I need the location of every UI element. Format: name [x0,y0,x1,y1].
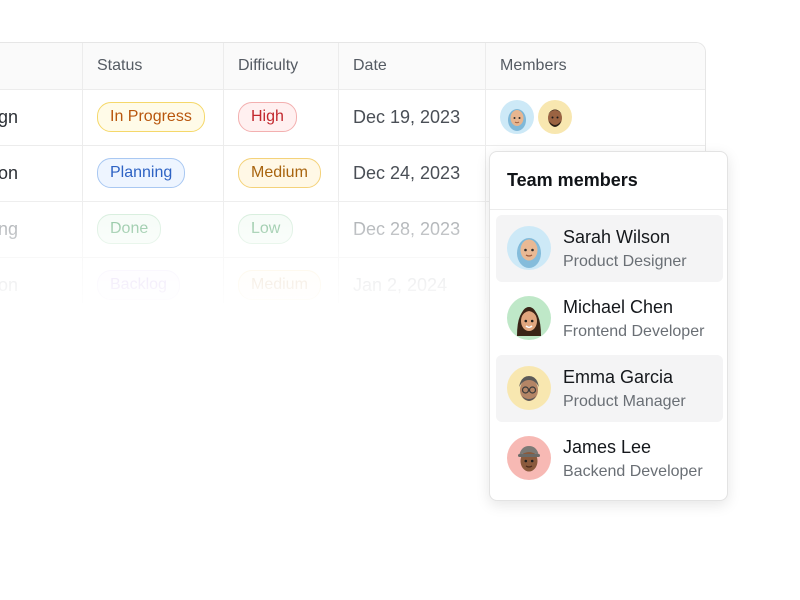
member-role: Frontend Developer [563,323,705,340]
task-name-cell: esting [0,201,83,257]
date-cell: Dec 19, 2023 [339,89,486,145]
date-cell: Jan 2, 2024 [339,257,486,303]
status-cell: Planning [83,145,224,201]
difficulty-cell: Medium [224,257,339,303]
memoji-avatar-icon [519,376,539,401]
member-avatars[interactable] [500,100,572,134]
member-role: Product Manager [563,393,686,410]
task-date: Dec 28, 2023 [353,218,461,239]
member-item-emma-garcia[interactable]: Emma Garcia Product Manager [496,355,723,422]
header-status[interactable]: Status [83,43,224,89]
avatar [507,436,551,480]
memoji-avatar-icon [547,109,563,127]
difficulty-cell: Medium [224,145,339,201]
task-name-cell: gn [0,89,83,145]
member-role: Product Designer [563,253,687,270]
avatar [507,226,551,270]
task-date: Dec 24, 2023 [353,162,461,183]
status-cell: In Progress [83,89,224,145]
difficulty-badge[interactable]: Low [238,214,294,244]
memoji-avatar-icon [517,307,541,336]
difficulty-badge[interactable]: High [238,102,297,132]
member-name: Michael Chen [563,297,674,317]
member-name: Emma Garcia [563,367,674,387]
status-badge[interactable]: Backlog [97,270,180,300]
header-difficulty[interactable]: Difficulty [224,43,339,89]
team-members-popover: Team members Sarah Wilson Product Design… [489,151,728,501]
popover-title: Team members [507,170,638,190]
task-name: esting [0,218,18,239]
memoji-avatar-icon [518,446,540,472]
member-item-michael-chen[interactable]: Michael Chen Frontend Developer [496,285,723,352]
status-cell: Done [83,201,224,257]
avatar[interactable] [500,100,534,134]
table-row[interactable]: gn In Progress High Dec 19, 2023 [0,89,705,146]
member-role: Backend Developer [563,463,703,480]
members-cell [486,89,705,145]
member-item-sarah-wilson[interactable]: Sarah Wilson Product Designer [496,215,723,282]
member-name: James Lee [563,437,652,457]
status-cell: Backlog [83,257,224,303]
task-name: gn [0,106,18,127]
status-badge[interactable]: Done [97,214,162,244]
difficulty-cell: High [224,89,339,145]
task-name: entation [0,274,18,295]
avatar [507,296,551,340]
header-members[interactable]: Members [486,43,705,89]
date-cell: Dec 28, 2023 [339,201,486,257]
header-date[interactable]: Date [339,43,486,89]
member-name: Sarah Wilson [563,227,671,247]
status-badge[interactable]: In Progress [97,102,205,132]
header-cell-task [0,43,83,89]
avatar[interactable] [538,100,572,134]
page: Status Difficulty Date Members gn In Pro… [0,0,800,600]
task-name: egration [0,162,18,183]
memoji-avatar-icon [508,109,526,131]
avatar [507,366,551,410]
status-badge[interactable]: Planning [97,158,186,188]
task-date: Dec 19, 2023 [353,106,461,127]
member-item-james-lee[interactable]: James Lee Backend Developer [496,425,723,492]
task-name-cell: egration [0,145,83,201]
difficulty-badge[interactable]: Medium [238,158,321,188]
memoji-avatar-icon [517,238,541,268]
divider [490,209,727,210]
difficulty-badge[interactable]: Medium [238,270,321,300]
task-date: Jan 2, 2024 [353,274,448,295]
difficulty-cell: Low [224,201,339,257]
table-header-row: Status Difficulty Date Members [0,43,705,90]
task-name-cell: entation [0,257,83,303]
date-cell: Dec 24, 2023 [339,145,486,201]
